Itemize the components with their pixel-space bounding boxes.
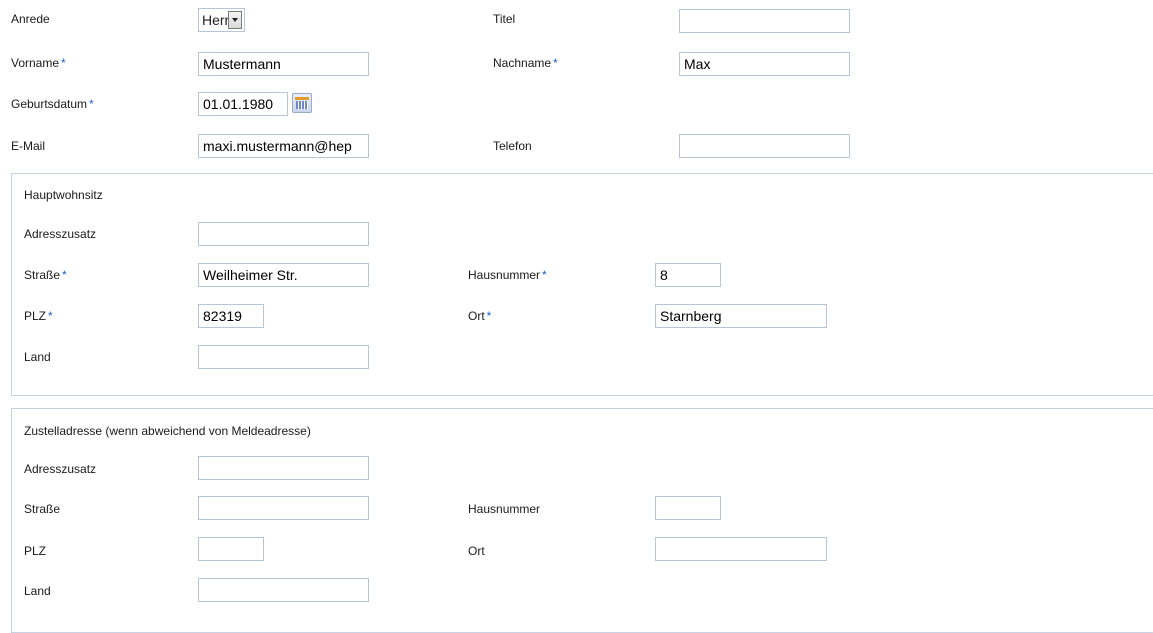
- za-hausnummer-input[interactable]: [655, 496, 721, 520]
- hw-hausnummer-input[interactable]: [655, 263, 721, 287]
- required-marker: *: [486, 309, 492, 323]
- required-marker: *: [61, 56, 66, 70]
- hauptwohnsitz-legend: Hauptwohnsitz: [24, 188, 103, 202]
- anrede-select-value: Herr: [202, 12, 228, 28]
- hw-adresszusatz-input[interactable]: [198, 222, 369, 246]
- titel-input[interactable]: [679, 9, 850, 33]
- za-plz-label: PLZ: [24, 544, 47, 558]
- geburtsdatum-label: Geburtsdatum *: [11, 97, 94, 111]
- hw-land-input[interactable]: [198, 345, 369, 369]
- hw-plz-label: PLZ *: [24, 309, 53, 323]
- hw-land-label: Land: [24, 350, 51, 364]
- geburtsdatum-input[interactable]: [198, 92, 288, 116]
- anrede-select[interactable]: Herr: [198, 8, 245, 32]
- chevron-down-icon[interactable]: [228, 11, 242, 29]
- hw-strasse-input[interactable]: [198, 263, 369, 287]
- vorname-input[interactable]: [198, 52, 369, 76]
- hw-strasse-label: Straße *: [24, 268, 67, 282]
- hw-adresszusatz-label: Adresszusatz: [24, 227, 97, 241]
- required-marker: *: [62, 268, 67, 282]
- za-adresszusatz-input[interactable]: [198, 456, 369, 480]
- za-ort-label: Ort: [468, 544, 485, 558]
- nachname-input[interactable]: [679, 52, 850, 76]
- required-marker: *: [542, 268, 547, 282]
- required-marker: *: [48, 309, 53, 323]
- telefon-input[interactable]: [679, 134, 850, 158]
- za-adresszusatz-label: Adresszusatz: [24, 462, 97, 476]
- zustelladresse-section: [11, 408, 1153, 633]
- za-plz-input[interactable]: [198, 537, 264, 561]
- nachname-label: Nachname *: [493, 56, 558, 70]
- hw-plz-input[interactable]: [198, 304, 264, 328]
- calendar-icon[interactable]: [292, 93, 312, 113]
- hauptwohnsitz-section: [11, 173, 1153, 396]
- za-land-label: Land: [24, 584, 51, 598]
- za-ort-input[interactable]: [655, 537, 827, 561]
- hw-ort-input[interactable]: [655, 304, 827, 328]
- vorname-label: Vorname *: [11, 56, 66, 70]
- titel-label: Titel: [493, 12, 516, 26]
- za-land-input[interactable]: [198, 578, 369, 602]
- email-input[interactable]: [198, 134, 369, 158]
- za-hausnummer-label: Hausnummer: [468, 502, 541, 516]
- telefon-label: Telefon: [493, 139, 532, 153]
- zustelladresse-legend: Zustelladresse (wenn abweichend von Meld…: [24, 424, 311, 438]
- hw-hausnummer-label: Hausnummer *: [468, 268, 547, 282]
- required-marker: *: [553, 56, 558, 70]
- hw-ort-label: Ort *: [468, 309, 492, 323]
- za-strasse-label: Straße: [24, 502, 61, 516]
- anrede-label: Anrede: [11, 12, 50, 26]
- email-label: E-Mail: [11, 139, 46, 153]
- required-marker: *: [89, 97, 94, 111]
- za-strasse-input[interactable]: [198, 496, 369, 520]
